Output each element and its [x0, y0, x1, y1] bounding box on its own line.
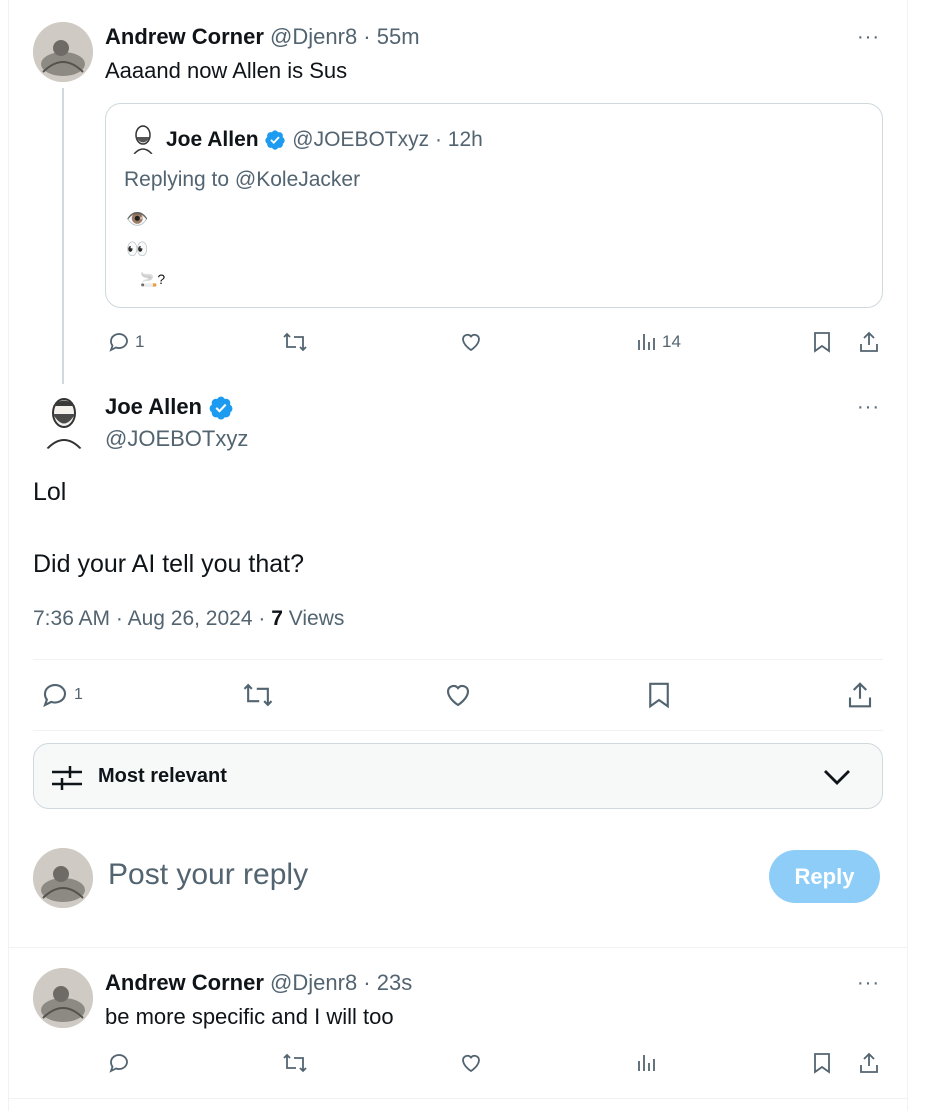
author-name[interactable]: Andrew Corner: [105, 970, 264, 995]
divider: [9, 947, 907, 948]
share-button[interactable]: [858, 1051, 880, 1075]
reply-icon: [109, 333, 128, 352]
reply-icon: [43, 683, 67, 708]
sort-label: Most relevant: [98, 765, 227, 787]
tweet-text: be more specific and I will too: [105, 1004, 394, 1029]
timestamp[interactable]: 23s: [377, 970, 412, 995]
reply-submit-button[interactable]: Reply: [769, 850, 880, 903]
bookmark-button[interactable]: [645, 680, 673, 710]
verified-badge-icon: [265, 130, 286, 151]
analytics-icon: [638, 1055, 655, 1071]
tweet-meta: 7:36 AM · Aug 26, 2024 · 7 Views: [33, 607, 345, 630]
tweet-text-line-2: Did your AI tell you that?: [33, 550, 304, 578]
divider: [33, 659, 883, 660]
like-button[interactable]: [459, 330, 483, 354]
tweet-text-line-1: Lol: [33, 478, 67, 506]
views-button[interactable]: 14: [636, 330, 681, 354]
more-options-icon[interactable]: ···: [857, 27, 880, 47]
author-handle[interactable]: @Djenr8: [270, 24, 357, 49]
repost-icon: [243, 683, 273, 707]
quote-text: 👁️ 👀 🚬?: [126, 204, 165, 294]
tweet-header: Andrew Corner @Djenr8 · 55m: [105, 24, 420, 49]
heart-icon: [446, 685, 470, 707]
views-count: 14: [662, 332, 681, 351]
heart-icon: [462, 333, 480, 352]
filter-sliders-icon: [52, 766, 82, 790]
reply-button[interactable]: 1: [40, 680, 83, 710]
bookmark-icon: [649, 682, 669, 709]
thread-line: [62, 88, 64, 384]
reply-button[interactable]: [107, 1051, 131, 1075]
avatar: [33, 848, 93, 908]
avatar[interactable]: [33, 968, 93, 1028]
heart-icon: [462, 1054, 480, 1073]
author-handle[interactable]: @JOEBOTxyz: [105, 426, 248, 452]
bookmark-icon: [814, 1053, 830, 1074]
share-button[interactable]: [846, 680, 874, 710]
sort-replies-dropdown[interactable]: Most relevant: [33, 743, 883, 809]
divider: [33, 730, 883, 731]
tweet-time[interactable]: 7:36 AM: [33, 607, 110, 630]
tweet-date[interactable]: Aug 26, 2024: [128, 607, 253, 630]
repost-button[interactable]: [282, 330, 308, 354]
verified-badge-icon: [209, 396, 233, 420]
more-options-icon[interactable]: ···: [857, 973, 880, 993]
share-icon: [860, 1052, 878, 1073]
share-icon: [848, 682, 872, 708]
reply-count: 1: [74, 686, 83, 703]
bookmark-icon: [814, 332, 830, 353]
bookmark-button[interactable]: [811, 1051, 833, 1075]
main-author: Joe Allen: [105, 394, 234, 421]
quote-line-1: 👁️: [126, 209, 149, 229]
quote-line-3: 🚬?: [140, 271, 166, 287]
repost-button[interactable]: [282, 1051, 308, 1075]
author-name[interactable]: Joe Allen: [105, 394, 202, 419]
bookmark-button[interactable]: [811, 330, 833, 354]
share-button[interactable]: [858, 330, 880, 354]
repost-icon: [283, 332, 307, 352]
repost-button[interactable]: [242, 680, 274, 710]
reply-button[interactable]: 1: [107, 330, 144, 354]
quote-author-handle: @JOEBOTxyz: [292, 128, 430, 151]
quote-line-2: 👀: [126, 239, 149, 259]
tweet-text: Aaaand now Allen is Sus: [105, 58, 348, 83]
author-name[interactable]: Andrew Corner: [105, 24, 264, 49]
share-icon: [860, 331, 878, 352]
timestamp[interactable]: 55m: [377, 24, 420, 49]
author-handle[interactable]: @Djenr8: [270, 970, 357, 995]
reply-count: 1: [135, 332, 145, 351]
quote-header: Joe Allen @JOEBOTxyz · 12h: [166, 128, 483, 151]
replying-to: Replying to @KoleJacker: [124, 168, 361, 191]
chevron-down-icon: [824, 770, 850, 785]
more-options-icon[interactable]: ···: [857, 397, 880, 417]
avatar[interactable]: [44, 393, 84, 449]
quote-author-name: Joe Allen: [166, 128, 259, 151]
like-button[interactable]: [459, 1051, 483, 1075]
views-button[interactable]: [636, 1051, 658, 1075]
reply-input[interactable]: Post your reply: [108, 858, 308, 892]
analytics-icon: [638, 334, 655, 350]
avatar[interactable]: [33, 22, 93, 82]
views-count: 7: [271, 607, 283, 630]
tweet-header: Andrew Corner @Djenr8 · 23s: [105, 970, 413, 995]
quote-timestamp: 12h: [447, 128, 483, 151]
views-label: Views: [288, 607, 345, 630]
divider: [9, 1098, 907, 1099]
avatar: [131, 124, 155, 154]
quoted-tweet[interactable]: Joe Allen @JOEBOTxyz · 12h Replying to @…: [105, 103, 883, 308]
like-button[interactable]: [443, 680, 473, 710]
repost-icon: [283, 1053, 307, 1073]
reply-icon: [109, 1054, 128, 1073]
